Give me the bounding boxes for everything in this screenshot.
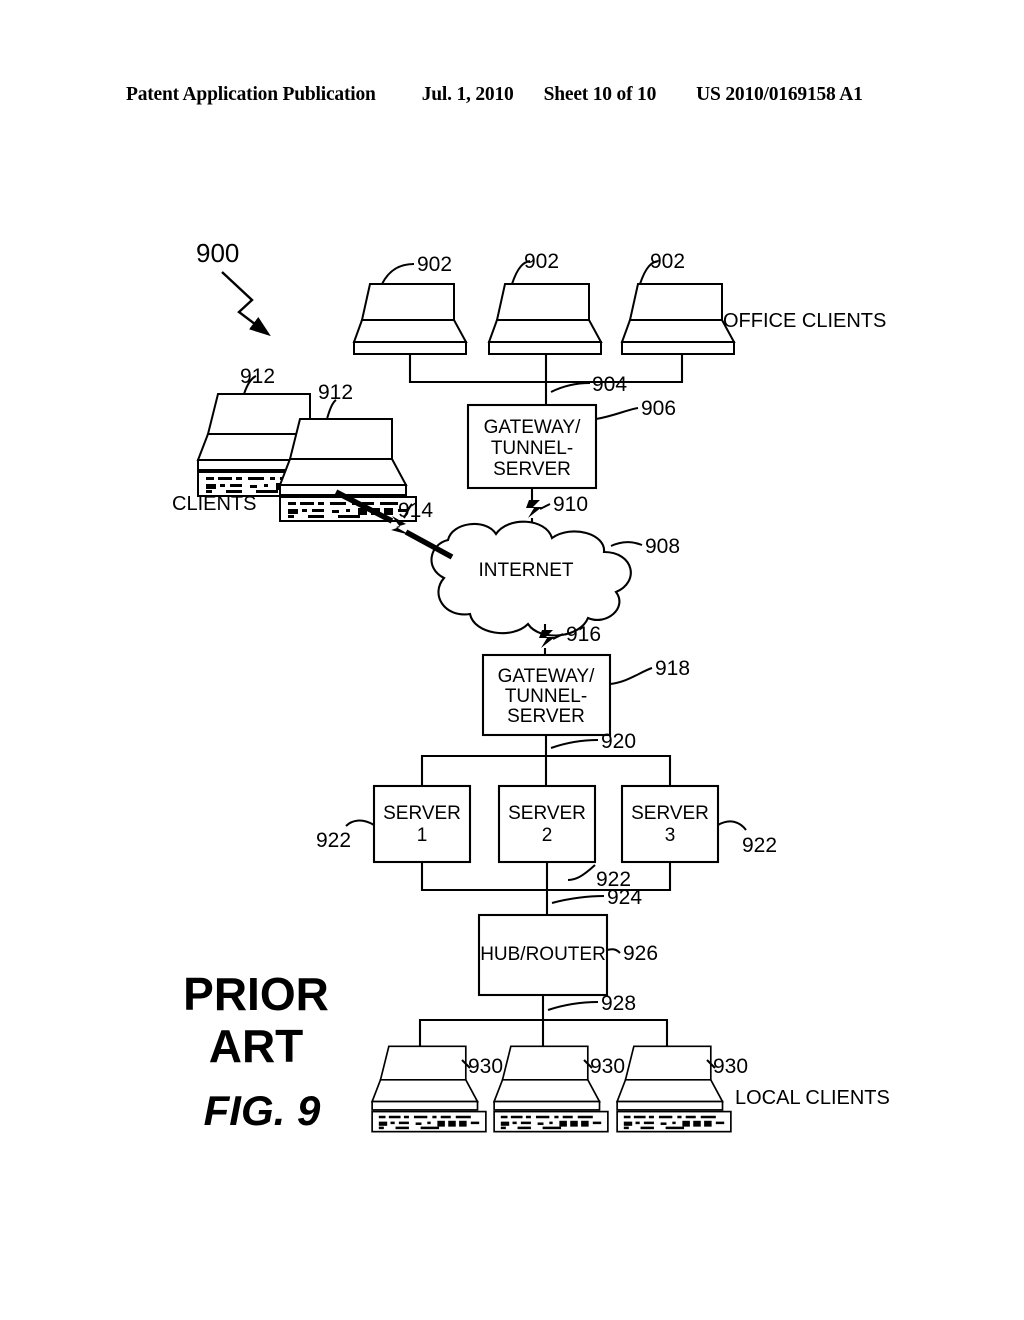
leader-910 [539, 503, 551, 510]
prior-art-line1: PRIOR [183, 968, 329, 1020]
ref-912-2: 912 [318, 381, 353, 404]
gateway-top-line3: SERVER [493, 459, 571, 480]
ref-916: 916 [566, 623, 601, 646]
gateway-bottom-line3: SERVER [507, 706, 585, 727]
office-client-terminal-1 [353, 283, 467, 355]
leader-928 [547, 1001, 599, 1011]
ref-928: 928 [601, 992, 636, 1015]
ref-922-left: 922 [316, 829, 351, 852]
ref-926: 926 [623, 942, 658, 965]
leader-918 [609, 667, 653, 685]
leader-922-left [345, 819, 375, 827]
ref-902-3: 902 [650, 250, 685, 273]
server-1-line2: 1 [417, 825, 428, 846]
gateway-bottom-line1: GATEWAY/ [498, 666, 595, 687]
gateway-tunnel-server-top: GATEWAY/ TUNNEL- SERVER 906 [466, 397, 676, 490]
hub-router: HUB/ROUTER 926 [477, 913, 658, 997]
ref-914: 914 [398, 499, 433, 522]
server-3-line2: 3 [665, 825, 676, 846]
system-reference-callout: 900 [196, 238, 271, 337]
figure-caption: PRIOR ART FIG. 9 [183, 968, 329, 1134]
gateway-bottom-line2: TUNNEL- [505, 686, 587, 707]
gateway-top-line2: TUNNEL- [491, 438, 573, 459]
leader-908 [610, 541, 643, 547]
patent-page: Patent Application Publication Jul. 1, 2… [0, 0, 1024, 1320]
ref-920: 920 [601, 730, 636, 753]
leader-922-right [717, 820, 747, 831]
figure-9-diagram: 900 902 902 902 OFFICE CLIENTS 904 GATEW… [172, 238, 890, 1134]
clients-label: CLIENTS [172, 493, 256, 515]
ref-902-1: 902 [417, 253, 452, 276]
ref-930-1: 930 [468, 1055, 503, 1078]
internet-cloud: INTERNET 908 [430, 520, 680, 637]
ref-904: 904 [592, 373, 627, 396]
ref-912-1: 912 [240, 365, 275, 388]
remote-client-workstation-2 [279, 418, 417, 522]
system-reference-arrow [221, 271, 271, 337]
ref-930-3: 930 [713, 1055, 748, 1078]
office-clients-group: 902 902 902 OFFICE CLIENTS [353, 250, 886, 355]
local-network-bus: 928 [418, 992, 669, 1050]
hub-router-label: HUB/ROUTER [480, 944, 606, 965]
lightning-bolt-910 [526, 500, 542, 518]
server-1-line1: SERVER [383, 803, 461, 824]
internet-label: INTERNET [479, 560, 574, 581]
local-clients-group: 930 930 930 LOCAL CLIENTS [371, 1045, 890, 1133]
figure-number: FIG. 9 [204, 1087, 321, 1134]
server-3-line1: SERVER [631, 803, 709, 824]
ref-906: 906 [641, 397, 676, 420]
leader-926 [606, 948, 621, 954]
leader-920 [550, 739, 599, 749]
leader-902-1 [381, 263, 415, 285]
local-clients-label: LOCAL CLIENTS [735, 1087, 890, 1109]
office-client-terminal-2 [488, 283, 602, 355]
ref-902-2: 902 [524, 250, 559, 273]
leader-922-center [567, 864, 596, 881]
ref-910: 910 [553, 493, 588, 516]
prior-art-line2: ART [209, 1020, 304, 1072]
ref-908: 908 [645, 535, 680, 558]
ref-918: 918 [655, 657, 690, 680]
server-bus-bottom: 924 [420, 862, 672, 915]
remote-clients-group: 912 912 CLIENTS [172, 365, 417, 522]
ref-924: 924 [607, 886, 642, 909]
office-clients-label: OFFICE CLIENTS [723, 310, 886, 332]
ref-900: 900 [196, 238, 239, 268]
ref-922-right: 922 [742, 834, 777, 857]
leader-924 [551, 895, 605, 904]
leader-906 [595, 407, 639, 420]
gateway-top-line1: GATEWAY/ [484, 417, 581, 438]
ref-930-2: 930 [590, 1055, 625, 1078]
leader-904 [550, 382, 591, 393]
office-client-terminal-3 [621, 283, 735, 355]
gateway-tunnel-server-bottom: GATEWAY/ TUNNEL- SERVER 918 [481, 653, 690, 737]
server-2-line2: 2 [542, 825, 553, 846]
server-2-line1: SERVER [508, 803, 586, 824]
